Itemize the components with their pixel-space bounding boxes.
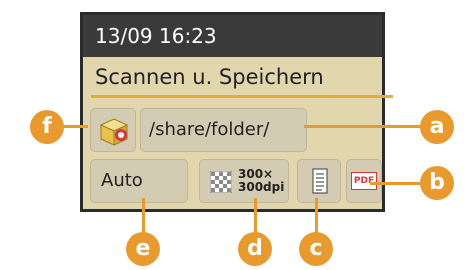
resolution-label: 300× 300dpi <box>238 168 284 194</box>
destination-path-field[interactable]: /share/folder/ <box>140 108 307 152</box>
orientation-button[interactable] <box>297 159 341 203</box>
callout-f: f <box>30 110 64 144</box>
function-title: Scannen u. Speichern <box>95 65 324 89</box>
storage-box-icon <box>99 118 129 146</box>
storage-location-button[interactable] <box>90 108 136 152</box>
pdf-icon: PDF <box>351 172 377 190</box>
callout-b: b <box>420 166 454 200</box>
status-bar: 13/09 16:23 <box>83 15 382 57</box>
resolution-button[interactable]: 300× 300dpi <box>199 159 289 203</box>
document-orientation-icon <box>312 168 328 194</box>
device-screen: 13/09 16:23 Scannen u. Speichern /share/… <box>80 12 393 212</box>
callout-a: a <box>420 110 454 144</box>
file-format-button[interactable]: PDF <box>346 159 382 203</box>
resolution-line2: 300dpi <box>238 180 285 194</box>
callout-c: c <box>299 232 333 266</box>
color-mode-button[interactable]: Auto <box>90 159 188 203</box>
callout-d: d <box>238 232 272 266</box>
title-underline <box>91 95 393 98</box>
callout-line-a <box>304 125 434 128</box>
callout-e: e <box>126 232 160 266</box>
checker-pattern-icon <box>210 171 232 193</box>
datetime: 13/09 16:23 <box>95 24 217 48</box>
